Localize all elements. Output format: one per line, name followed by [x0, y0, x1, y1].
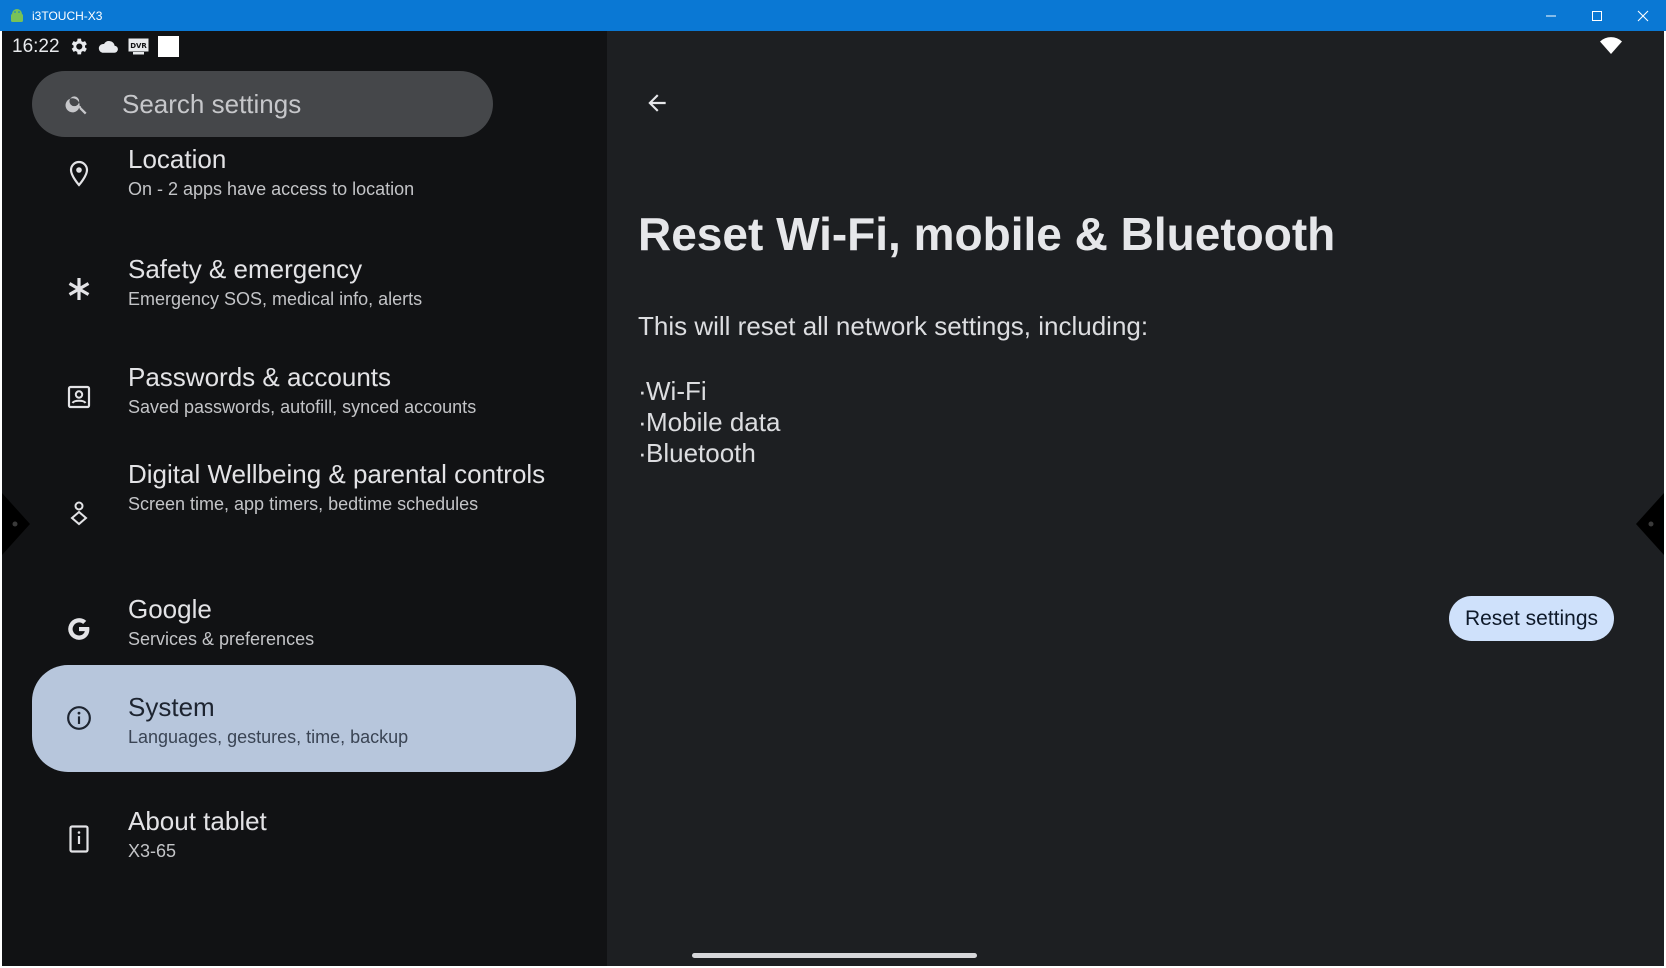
sidebar-item-subtitle: On - 2 apps have access to location [128, 179, 415, 199]
reset-description: This will reset all network settings, in… [638, 311, 1149, 341]
sidebar-item-label: About tablet [128, 806, 267, 836]
sidebar-item-subtitle: Services & preferences [128, 629, 315, 649]
maximize-button[interactable] [1574, 0, 1620, 31]
left-edge-handle[interactable] [2, 493, 30, 560]
sidebar-item-label: System [128, 692, 215, 722]
search-icon [64, 91, 90, 117]
dvr-icon: DVR [128, 38, 149, 55]
window-title: i3TOUCH-X3 [32, 8, 103, 23]
sidebar-item-about-tablet[interactable]: About tablet X3-65 [32, 801, 576, 881]
location-pin-icon [64, 159, 94, 189]
right-edge-handle[interactable] [1636, 493, 1664, 560]
sidebar-item-location[interactable]: Location On - 2 apps have access to loca… [32, 139, 576, 219]
window-titlebar: i3TOUCH-X3 [0, 0, 1666, 31]
status-bar: 16:22 DVR [2, 31, 1664, 62]
account-box-icon [64, 382, 94, 412]
settings-detail-pane: Reset Wi-Fi, mobile & Bluetooth This wil… [607, 31, 1664, 966]
sidebar-item-passwords[interactable]: Passwords & accounts Saved passwords, au… [32, 357, 576, 437]
list-item: · Mobile data [638, 407, 781, 437]
back-arrow-button[interactable] [635, 81, 679, 125]
wifi-icon [1600, 37, 1622, 59]
reset-bullet-list: · Wi-Fi · Mobile data · Bluetooth [638, 376, 780, 469]
search-settings-input[interactable]: Search settings [32, 71, 493, 137]
svg-text:DVR: DVR [130, 42, 147, 50]
android-device-screen: Reset Wi-Fi, mobile & Bluetooth This wil… [2, 31, 1664, 966]
sidebar-item-label: Location [128, 144, 227, 174]
page-title: Reset Wi-Fi, mobile & Bluetooth [638, 208, 1336, 260]
minimize-button[interactable] [1528, 0, 1574, 31]
status-time: 16:22 [12, 35, 60, 57]
sidebar-item-label: Digital Wellbeing & parental controls [128, 459, 546, 489]
back-arrow-icon [648, 94, 666, 112]
cloud-icon [98, 39, 119, 55]
sidebar-item-subtitle: X3-65 [128, 841, 177, 861]
sidebar-item-safety[interactable]: Safety & emergency Emergency SOS, medica… [32, 249, 576, 329]
search-placeholder: Search settings [122, 88, 302, 119]
navigation-gesture-handle[interactable] [692, 953, 977, 958]
tablet-icon [64, 824, 94, 854]
google-g-icon [64, 614, 94, 644]
sidebar-item-label: Google [128, 594, 212, 624]
sidebar-item-label: Passwords & accounts [128, 362, 392, 392]
sidebar-item-google[interactable]: Google Services & preferences [32, 589, 576, 669]
android-app-icon [9, 8, 25, 24]
asterisk-icon [64, 274, 94, 304]
reset-settings-button[interactable]: Reset settings [1449, 596, 1614, 641]
sidebar-item-subtitle: Languages, gestures, time, backup [128, 727, 409, 747]
info-icon [64, 703, 94, 733]
wellbeing-icon [64, 499, 94, 529]
sidebar-item-label: Safety & emergency [128, 254, 363, 284]
sidebar-item-digital-wellbeing[interactable]: Digital Wellbeing & parental controls Sc… [32, 459, 576, 569]
sidebar-item-subtitle: Saved passwords, autofill, synced accoun… [128, 397, 477, 417]
gear-icon [68, 36, 89, 57]
sidebar-item-subtitle: Emergency SOS, medical info, alerts [128, 289, 423, 309]
sidebar-item-subtitle: Screen time, app timers, bedtime schedul… [128, 494, 479, 514]
close-button[interactable] [1620, 0, 1666, 31]
sidebar-item-system[interactable]: System Languages, gestures, time, backup [32, 665, 576, 772]
list-item: · Wi-Fi [638, 376, 707, 406]
list-item: · Bluetooth [638, 438, 756, 468]
square-icon [157, 36, 179, 57]
